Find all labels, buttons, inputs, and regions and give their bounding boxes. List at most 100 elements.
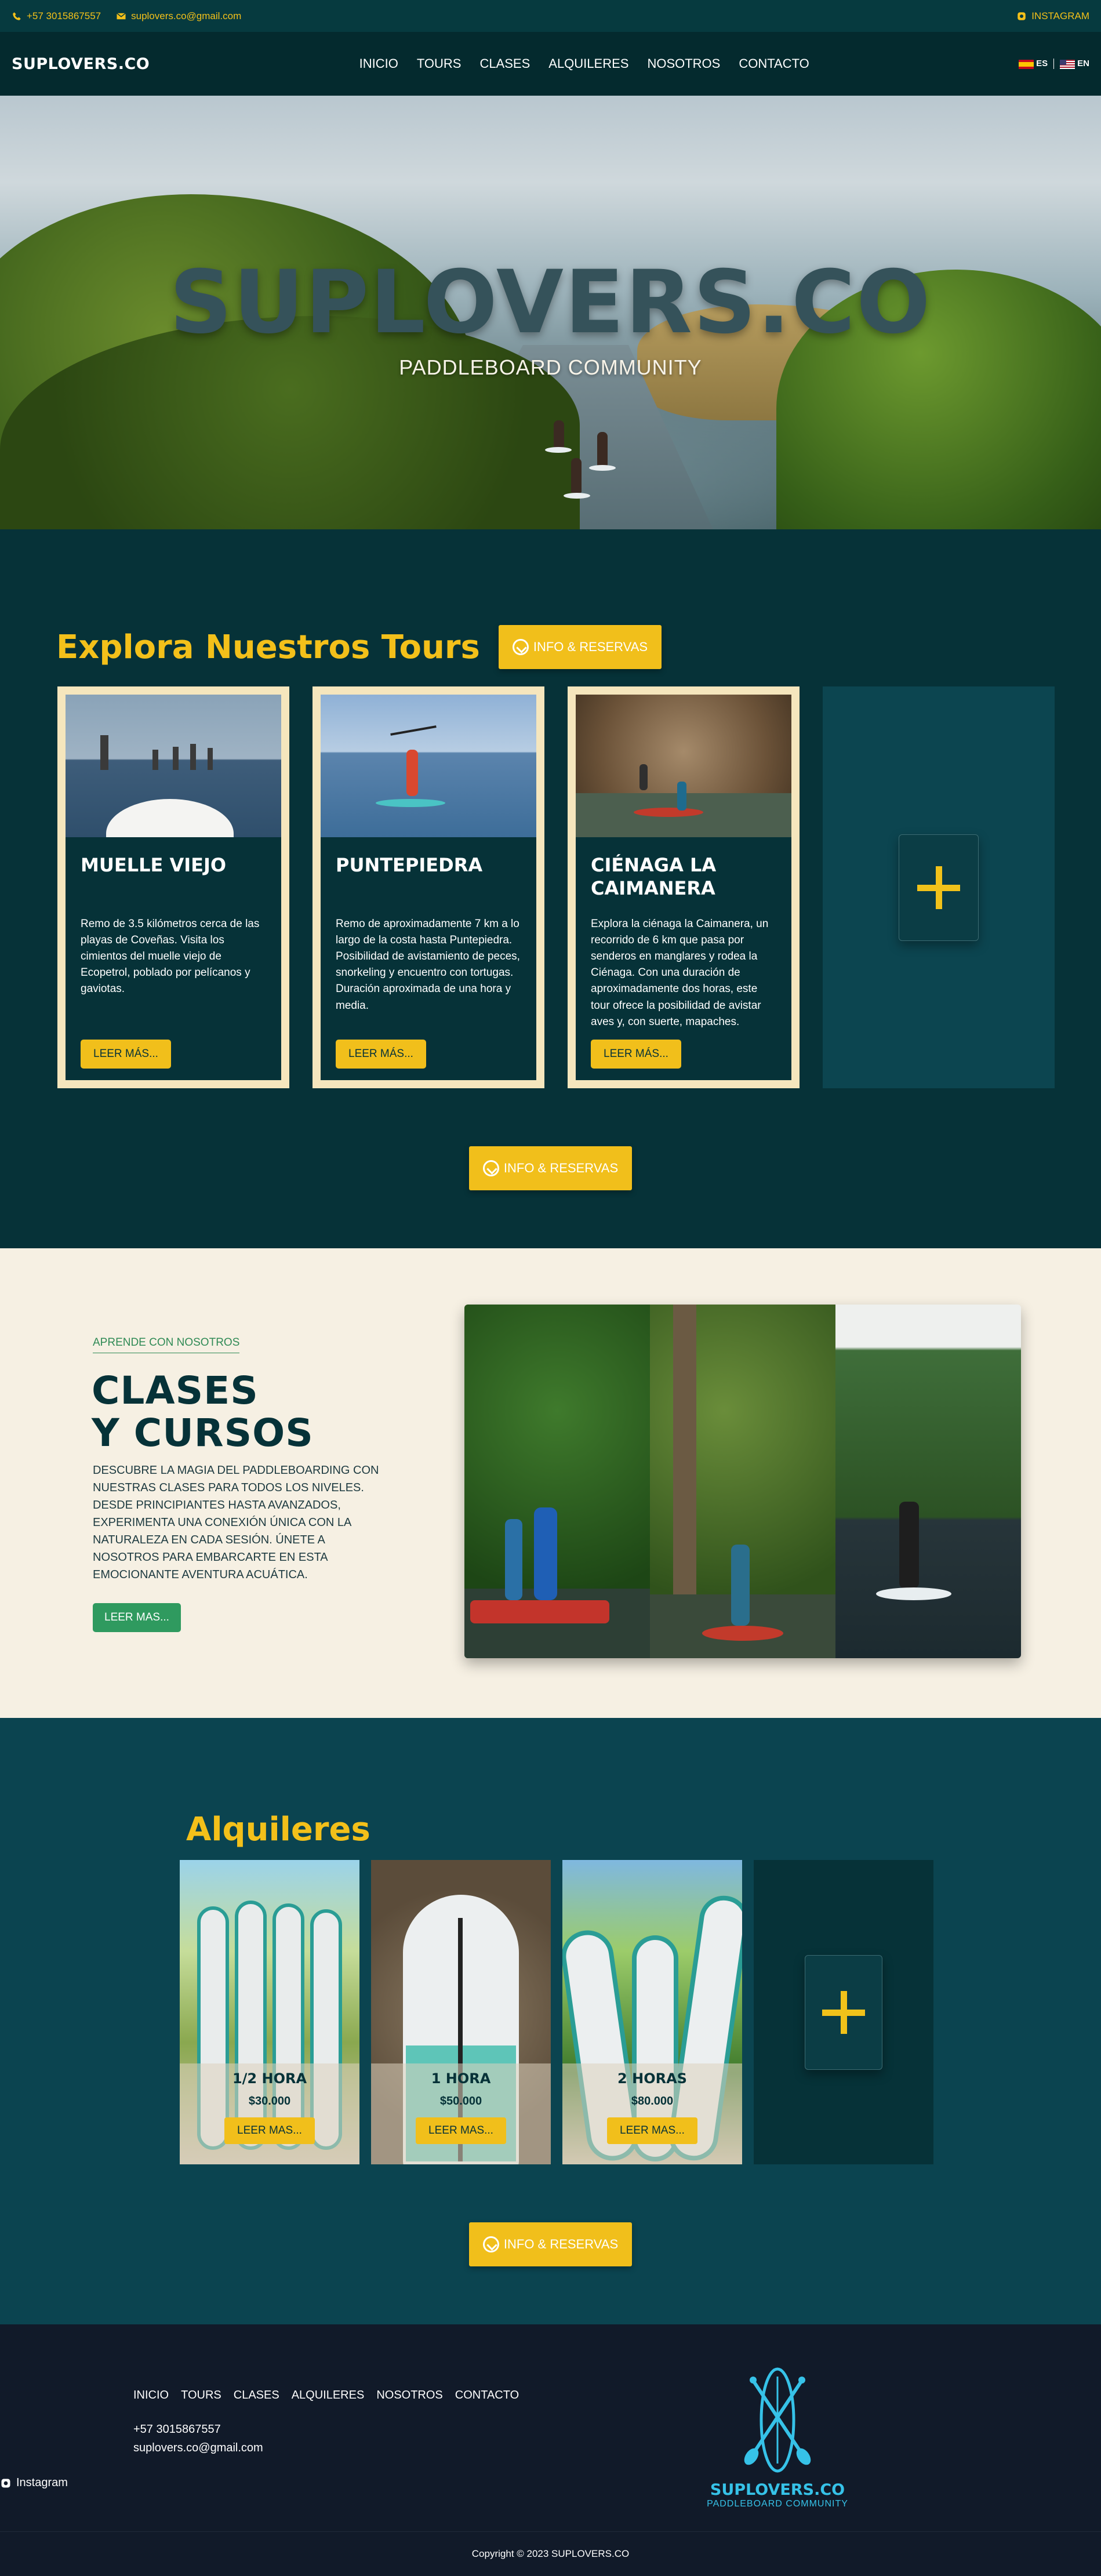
- footer-logo[interactable]: SUPLOVERS.CO PADDLEBOARD COMMUNITY: [705, 2365, 850, 2509]
- tour-read-more-button[interactable]: LEER MÁS...: [81, 1040, 171, 1069]
- tour-read-more-button[interactable]: LEER MÁS...: [336, 1040, 426, 1069]
- hero-paddleboard: [545, 447, 572, 453]
- plus-icon: [917, 866, 960, 909]
- tour-image-cienaga: [576, 695, 791, 837]
- lang-es[interactable]: ES: [1019, 59, 1048, 69]
- clases-photo: [464, 1305, 650, 1658]
- nav-item-alquileres[interactable]: ALQUILERES: [548, 56, 628, 71]
- info-reservas-label: INFO & RESERVAS: [503, 2237, 619, 2251]
- rental-name: 2 HORAS: [617, 2070, 687, 2087]
- topbar-email-text: suplovers.co@gmail.com: [131, 10, 242, 21]
- topbar-phone[interactable]: +57 3015867557: [12, 10, 101, 22]
- info-reservas-label: INFO & RESERVAS: [503, 1161, 619, 1175]
- rental-read-more-button[interactable]: LEER MAS...: [416, 2117, 506, 2144]
- clases-title-line1: CLASES: [92, 1368, 259, 1413]
- hero-paddler: [571, 458, 582, 493]
- language-switcher: ES EN: [1019, 59, 1089, 69]
- hero-title: SUPLOVERS.CO: [169, 252, 932, 353]
- alquileres-heading: Alquileres: [186, 1811, 370, 1848]
- footer-link-nosotros[interactable]: NOSOTROS: [376, 2389, 442, 2402]
- tour-more-card: [823, 686, 1055, 1088]
- hero-paddleboard: [564, 493, 590, 499]
- info-reservas-button[interactable]: INFO & RESERVAS: [468, 2222, 633, 2266]
- whatsapp-icon: [482, 2236, 499, 2252]
- lang-es-label: ES: [1036, 59, 1048, 69]
- copyright-bar: Copyright © 2023 SUPLOVERS.CO: [0, 2531, 1101, 2576]
- clases-section: APRENDE CON NOSOTROS CLASES Y CURSOS DES…: [0, 1248, 1101, 1718]
- rental-price: $50.000: [439, 2095, 482, 2108]
- site-logo[interactable]: SUPLOVERS.CO: [12, 55, 150, 73]
- nav-item-tours[interactable]: TOURS: [417, 56, 462, 71]
- spain-flag-icon: [1019, 59, 1034, 69]
- instagram-icon: [1, 2479, 10, 2487]
- clases-title-line2: Y CURSOS: [92, 1410, 314, 1455]
- main-navigation: SUPLOVERS.CO INICIO TOURS CLASES ALQUILE…: [0, 32, 1101, 96]
- nav-menu: INICIO TOURS CLASES ALQUILERES NOSOTROS …: [359, 56, 809, 71]
- clases-title: CLASES Y CURSOS: [92, 1368, 314, 1455]
- footer-link-clases[interactable]: CLASES: [234, 2389, 279, 2402]
- tours-heading: Explora Nuestros Tours: [56, 628, 480, 666]
- tour-title: CIÉNAGA LA CAIMANERA: [591, 854, 717, 899]
- nav-item-clases[interactable]: CLASES: [479, 56, 530, 71]
- footer-email[interactable]: suplovers.co@gmail.com: [133, 2441, 263, 2455]
- info-reservas-button[interactable]: INFO & RESERVAS: [498, 625, 662, 669]
- rental-name: 1 HORA: [431, 2070, 491, 2087]
- tour-card-cienaga-caimanera: CIÉNAGA LA CAIMANERA Explora la ciénaga …: [568, 686, 800, 1088]
- phone-icon: [13, 12, 21, 20]
- copyright-text: Copyright © 2023 SUPLOVERS.CO: [471, 2548, 630, 2559]
- hero-paddler: [597, 432, 608, 467]
- mail-icon: [117, 12, 126, 19]
- site-footer: INICIO TOURS CLASES ALQUILERES NOSOTROS …: [0, 2324, 1101, 2531]
- topbar-email[interactable]: suplovers.co@gmail.com: [116, 10, 241, 22]
- tour-description: Remo de aproximadamente 7 km a lo largo …: [336, 918, 520, 1012]
- tours-section: Explora Nuestros Tours INFO & RESERVAS M…: [0, 529, 1101, 1248]
- whatsapp-icon: [482, 1160, 499, 1176]
- hero-subtitle: PADDLEBOARD COMMUNITY: [399, 355, 702, 379]
- tour-description: Remo de 3.5 kilómetros cerca de las play…: [81, 918, 260, 995]
- footer-menu: INICIO TOURS CLASES ALQUILERES NOSOTROS …: [133, 2389, 519, 2402]
- instagram-icon: [1018, 12, 1026, 20]
- clases-tagline: APRENDE CON NOSOTROS: [93, 1336, 240, 1353]
- rental-card-one-hour: 1 HORA $50.000 LEER MAS...: [371, 1860, 551, 2164]
- footer-logo-name: SUPLOVERS.CO: [710, 2481, 845, 2499]
- footer-link-contacto[interactable]: CONTACTO: [455, 2389, 519, 2402]
- nav-item-nosotros[interactable]: NOSOTROS: [647, 56, 720, 71]
- usa-flag-icon: [1060, 59, 1075, 69]
- plus-icon: [822, 1990, 865, 2034]
- tour-title: PUNTEPIEDRA: [336, 854, 483, 876]
- more-tours-button[interactable]: [899, 834, 979, 941]
- topbar-instagram[interactable]: INSTAGRAM: [1016, 10, 1089, 22]
- info-reservas-label: INFO & RESERVAS: [533, 640, 648, 654]
- tour-read-more-button[interactable]: LEER MÁS...: [591, 1040, 681, 1069]
- rental-card-two-hours: 2 HORAS $80.000 LEER MAS...: [562, 1860, 742, 2164]
- rental-read-more-button[interactable]: LEER MAS...: [607, 2117, 697, 2144]
- alquileres-section: Alquileres 1/2 HORA $30.000 LEER MAS... …: [0, 1718, 1101, 2324]
- rental-more-card: [754, 1860, 933, 2164]
- nav-item-inicio[interactable]: INICIO: [359, 56, 398, 71]
- info-reservas-button[interactable]: INFO & RESERVAS: [468, 1146, 633, 1190]
- clases-read-more-button[interactable]: LEER MAS...: [93, 1603, 181, 1632]
- clases-description: DESCUBRE LA MAGIA DEL PADDLEBOARDING CON…: [93, 1464, 379, 1581]
- footer-phone[interactable]: +57 3015867557: [133, 2423, 221, 2436]
- footer-instagram-link[interactable]: Instagram: [0, 2476, 68, 2490]
- paddleboard-logo-icon: [744, 2367, 811, 2473]
- footer-link-alquileres[interactable]: ALQUILERES: [292, 2389, 365, 2402]
- footer-instagram-label: Instagram: [16, 2476, 68, 2489]
- tour-image-puntepiedra: [321, 695, 536, 837]
- rental-price: $30.000: [248, 2095, 291, 2108]
- lang-en[interactable]: EN: [1060, 59, 1089, 69]
- topbar-phone-text: +57 3015867557: [27, 10, 101, 21]
- tour-card-puntepiedra: PUNTEPIEDRA Remo de aproximadamente 7 km…: [313, 686, 544, 1088]
- footer-logo-subtitle: PADDLEBOARD COMMUNITY: [707, 2499, 848, 2509]
- rental-name: 1/2 HORA: [232, 2070, 307, 2087]
- more-rentals-button[interactable]: [805, 1954, 882, 2070]
- hero-banner: SUPLOVERS.CO PADDLEBOARD COMMUNITY: [0, 96, 1101, 529]
- footer-link-inicio[interactable]: INICIO: [133, 2389, 169, 2402]
- rental-read-more-button[interactable]: LEER MAS...: [224, 2117, 315, 2144]
- nav-item-contacto[interactable]: CONTACTO: [739, 56, 809, 71]
- footer-link-tours[interactable]: TOURS: [181, 2389, 221, 2402]
- rental-price: $80.000: [631, 2095, 674, 2108]
- lang-divider: [1053, 59, 1055, 69]
- lang-en-label: EN: [1077, 59, 1089, 69]
- topbar-instagram-text: INSTAGRAM: [1031, 10, 1089, 21]
